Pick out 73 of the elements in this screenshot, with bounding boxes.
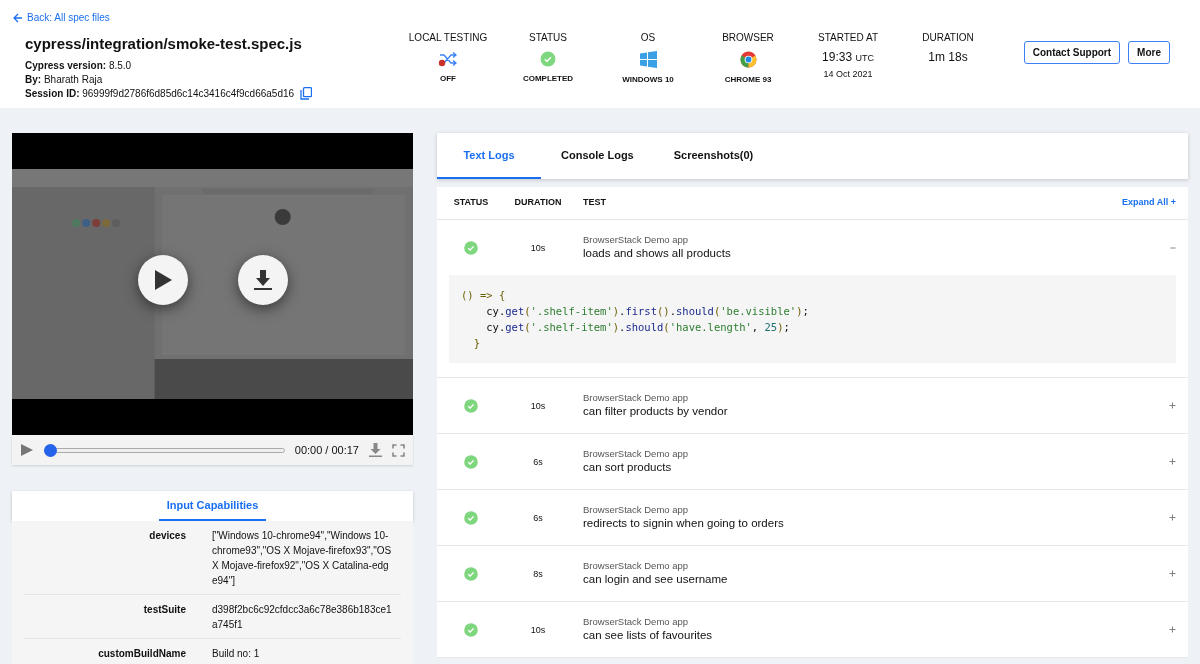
test-suite: BrowserStack Demo app [583, 616, 690, 628]
column-header: STATUS [452, 196, 490, 210]
meta-label: DURATION [922, 32, 974, 44]
meta-value: COMPLETED [522, 73, 574, 85]
code-line: () => { [461, 288, 507, 303]
detail-text: Session ID: 96999f9d2786f6d85d6c14c3416c4f9cd66a5d16 [25, 86, 295, 101]
test-duration: 10s [530, 401, 546, 412]
code-line: } [472, 336, 481, 351]
back-link[interactable]: Back: All spec files [13, 10, 110, 25]
meta-value: CHROME 93 [724, 74, 772, 86]
video-time: 00:00 / 00:17 [294, 442, 359, 458]
meta-date: 14 Oct 2021 [823, 68, 873, 81]
expand-all-link[interactable]: Expand All + [1122, 196, 1176, 210]
meta-label: BROWSER [722, 32, 774, 44]
expand-button[interactable] [1169, 402, 1176, 409]
capability-key: devices [24, 528, 212, 588]
code-line: cy.get('.shelf-item').should('have.length', 25); [485, 320, 791, 335]
test-duration: 8s [533, 569, 543, 580]
download-icon [253, 269, 273, 291]
test-duration: 10s [530, 243, 546, 254]
log-tab[interactable]: Console Logs [541, 133, 654, 179]
capability-key: customBuildName [24, 646, 212, 661]
meta-value: 1m 18s [928, 49, 968, 66]
test-duration: 6s [533, 513, 543, 524]
more-button[interactable]: More [1128, 41, 1170, 64]
test-name: can login and see username [583, 572, 729, 587]
test-name: loads and shows all products [583, 246, 732, 261]
expand-button[interactable] [1169, 626, 1176, 633]
log-tab[interactable]: Screenshots(0) [653, 133, 774, 179]
meta-value: 19:33 UTC [822, 49, 874, 66]
test-suite: BrowserStack Demo app [583, 560, 690, 572]
test-suite: BrowserStack Demo app [583, 448, 690, 460]
spec-title: cypress/integration/smoke-test.spec.js [25, 34, 303, 54]
chrome-icon [739, 51, 757, 68]
play-icon [153, 269, 173, 291]
contact-support-button[interactable]: Contact Support [1023, 41, 1121, 64]
meta-value: OFF [440, 73, 456, 85]
test-name: can see lists of favourites [583, 628, 714, 643]
test-suite: BrowserStack Demo app [583, 392, 690, 404]
meta-label: STATUS [529, 32, 567, 44]
expand-button[interactable] [1169, 458, 1176, 465]
capability-key: testSuite [24, 602, 212, 632]
windows-icon [639, 51, 657, 68]
test-suite: BrowserStack Demo app [583, 234, 690, 246]
log-tab[interactable]: Text Logs [437, 133, 541, 179]
column-header: TEST [582, 196, 607, 210]
test-duration: 6s [533, 457, 543, 468]
test-name: can filter products by vendor [583, 404, 729, 419]
meta-value: WINDOWS 10 [622, 74, 674, 86]
expand-button[interactable] [1169, 514, 1176, 521]
check-circle-icon [540, 51, 556, 67]
play-icon[interactable] [20, 443, 34, 457]
capability-value: ["Windows 10-chrome94","Windows 10-chrome93","OS X Mojave-firefox93","OS X Mojave-firefox92","OS X Catalina-edge94"] [212, 529, 392, 588]
capability-value: d398f2bc6c92cfdcc3a6c78e386b183ce1a745f1 [212, 603, 392, 632]
expand-button[interactable] [1169, 570, 1176, 577]
test-duration: 10s [530, 625, 546, 636]
test-name: redirects to signin when going to orders [583, 516, 785, 531]
test-name: can sort products [583, 460, 673, 475]
download-icon[interactable] [369, 443, 382, 457]
progress-track[interactable] [44, 443, 285, 457]
detail-text: By: Bharath Raja [25, 72, 103, 87]
back-arrow-icon [13, 12, 23, 23]
code-line: cy.get('.shelf-item').first().should('be.visible'); [485, 304, 810, 319]
copy-icon[interactable] [300, 87, 313, 100]
progress-thumb[interactable] [44, 443, 57, 457]
meta-label: STARTED AT [818, 32, 878, 44]
meta-label: LOCAL TESTING [408, 32, 488, 44]
detail-text: Cypress version: 8.5.0 [25, 58, 132, 73]
capability-value: Build no: 1 [212, 647, 261, 661]
fullscreen-icon[interactable] [392, 443, 405, 457]
column-header: DURATION [513, 196, 563, 210]
test-suite: BrowserStack Demo app [583, 504, 690, 516]
meta-label: OS [640, 32, 656, 44]
